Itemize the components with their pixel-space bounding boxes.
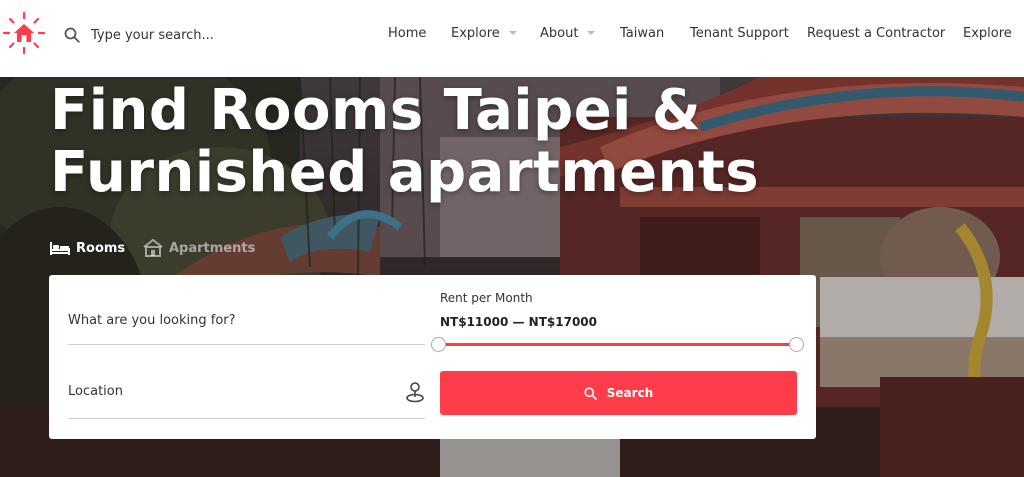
- search-button-label: Search: [606, 386, 654, 400]
- nav-explore-label: Explore: [451, 26, 500, 41]
- nav-request-contractor-label: Request a Contractor: [807, 26, 946, 41]
- house-sun-logo-icon[interactable]: [2, 11, 46, 55]
- rent-label: Rent per Month: [440, 291, 533, 305]
- hero-section: Find Rooms Taipei & Furnished apartments…: [0, 77, 1024, 477]
- keyword-input[interactable]: [68, 310, 425, 330]
- location-target-icon[interactable]: [405, 381, 425, 403]
- search-icon: [584, 386, 597, 400]
- bed-icon: [50, 242, 70, 255]
- hero-title-line-1: Find Rooms Taipei &: [50, 78, 702, 143]
- hero-title-line-2: Furnished apartments: [50, 140, 760, 205]
- location-input[interactable]: [68, 381, 388, 401]
- hero-title: Find Rooms Taipei & Furnished apartments: [50, 80, 770, 204]
- rent-range-value: NT$11000 — NT$17000: [440, 315, 598, 329]
- rent-slider-max-handle[interactable]: [789, 337, 804, 352]
- nav-home[interactable]: Home: [388, 26, 426, 41]
- site-header: Home Explore About Taiwan Tenant Support…: [0, 0, 1024, 77]
- tab-apartments-label: Apartments: [169, 240, 256, 256]
- nav-request-contractor[interactable]: Request a Contractor: [807, 26, 945, 41]
- nav-taiwan[interactable]: Taiwan: [620, 26, 664, 41]
- rent-slider-min-handle[interactable]: [431, 337, 446, 352]
- tab-apartments[interactable]: Apartments: [143, 236, 255, 260]
- search-icon[interactable]: [64, 27, 80, 43]
- nav-tenant-support[interactable]: Tenant Support: [690, 26, 789, 41]
- keyword-underline: [68, 344, 425, 345]
- house-icon: [143, 239, 163, 257]
- nav-about-label: About: [540, 26, 579, 41]
- tab-rooms[interactable]: Rooms: [50, 236, 125, 260]
- nav-taiwan-label: Taiwan: [620, 26, 665, 41]
- chevron-down-icon: [508, 30, 517, 35]
- nav-home-label: Home: [388, 26, 427, 41]
- property-search-form: Rent per Month NT$11000 — NT$17000 Searc…: [49, 275, 816, 439]
- nav-about-dropdown[interactable]: About: [540, 26, 596, 41]
- nav-tenant-support-label: Tenant Support: [690, 26, 789, 41]
- nav-explore-2-label: Explore: [963, 26, 1012, 41]
- site-search-input[interactable]: [91, 26, 351, 44]
- search-button[interactable]: Search: [440, 371, 797, 415]
- tab-rooms-label: Rooms: [76, 240, 126, 256]
- nav-explore-dropdown[interactable]: Explore: [451, 26, 517, 41]
- location-underline: [68, 418, 425, 419]
- chevron-down-icon: [587, 30, 596, 35]
- rent-range-slider[interactable]: [446, 343, 797, 346]
- nav-explore-2[interactable]: Explore: [963, 26, 1012, 41]
